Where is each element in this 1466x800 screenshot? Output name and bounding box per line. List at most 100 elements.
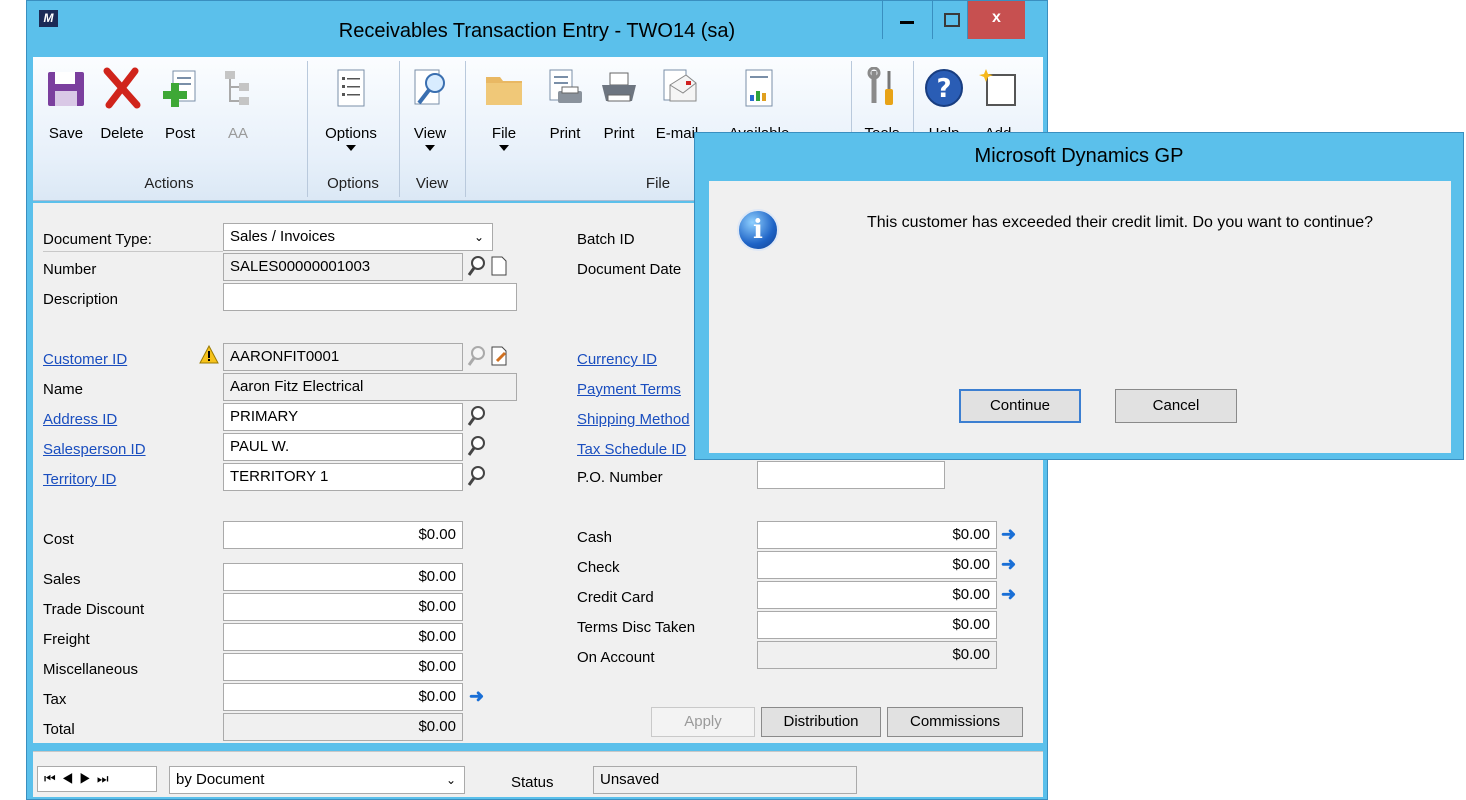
payment-terms-link[interactable]: Payment Terms xyxy=(577,381,681,398)
options-label: Options xyxy=(325,125,377,142)
check-field[interactable]: $0.00 xyxy=(757,551,997,579)
credit-card-field[interactable]: $0.00 xyxy=(757,581,997,609)
territory-id-field[interactable]: TERRITORY 1 xyxy=(223,463,463,491)
record-navigation[interactable]: ⏮◀▶⏭ xyxy=(37,766,157,792)
terms-disc-taken-label: Terms Disc Taken xyxy=(577,619,696,636)
save-button[interactable]: Save xyxy=(43,57,89,165)
check-expand-arrow-icon[interactable]: ➜ xyxy=(1001,555,1019,573)
cancel-button[interactable]: Cancel xyxy=(1115,389,1237,423)
status-bar: ⏮◀▶⏭ by Document ⌄ Status Unsaved xyxy=(33,751,1043,797)
credit-card-label: Credit Card xyxy=(577,589,654,606)
description-field[interactable] xyxy=(223,283,517,311)
maximize-button[interactable] xyxy=(932,1,967,39)
terms-disc-taken-field[interactable]: $0.00 xyxy=(757,611,997,639)
chevron-down-icon: ⌄ xyxy=(473,230,484,244)
view-magnifier-icon xyxy=(414,69,445,105)
document-type-value: Sales / Invoices xyxy=(230,228,336,245)
lookup-icon[interactable] xyxy=(467,435,487,457)
lookup-icon[interactable] xyxy=(467,465,487,487)
chevron-down-icon xyxy=(425,145,435,151)
minimize-button[interactable] xyxy=(882,1,932,39)
lookup-icon[interactable] xyxy=(467,345,487,367)
file-label: File xyxy=(491,125,517,142)
sales-label: Sales xyxy=(43,571,81,588)
file-button[interactable]: File xyxy=(479,57,529,165)
dialog-message: This customer has exceeded their credit … xyxy=(867,214,1374,231)
tools-icon xyxy=(867,67,893,105)
group-label-actions: Actions xyxy=(144,175,194,192)
salesperson-id-link[interactable]: Salesperson ID xyxy=(43,441,146,458)
shipping-method-link[interactable]: Shipping Method xyxy=(577,411,690,428)
po-number-label: P.O. Number xyxy=(577,469,663,486)
po-number-field[interactable] xyxy=(757,461,945,489)
territory-id-link[interactable]: Territory ID xyxy=(43,471,116,488)
status-value: Unsaved xyxy=(593,766,857,794)
cost-field[interactable]: $0.00 xyxy=(223,521,463,549)
aa-button[interactable]: AA xyxy=(215,57,261,165)
tax-field[interactable]: $0.00 xyxy=(223,683,463,711)
customer-id-field[interactable]: AARONFIT0001 xyxy=(223,343,463,371)
customer-id-link[interactable]: Customer ID xyxy=(43,351,127,368)
print-button[interactable]: Print xyxy=(595,57,643,165)
continue-button[interactable]: Continue xyxy=(959,389,1081,423)
salesperson-id-field[interactable]: PAUL W. xyxy=(223,433,463,461)
post-button[interactable]: Post xyxy=(157,57,203,165)
options-button[interactable]: Options xyxy=(319,57,383,165)
cost-label: Cost xyxy=(43,531,74,548)
report-chart-icon xyxy=(745,69,773,107)
tax-expand-arrow-icon[interactable]: ➜ xyxy=(469,687,487,705)
close-button[interactable]: x xyxy=(967,1,1025,39)
trade-discount-label: Trade Discount xyxy=(43,601,145,618)
freight-label: Freight xyxy=(43,631,90,648)
address-id-link[interactable]: Address ID xyxy=(43,411,117,428)
total-label: Total xyxy=(43,721,75,738)
number-label: Number xyxy=(43,261,97,278)
print-label-2: Print xyxy=(603,125,635,142)
trade-discount-field[interactable]: $0.00 xyxy=(223,593,463,621)
information-icon: i xyxy=(737,209,779,251)
name-field[interactable]: Aaron Fitz Electrical xyxy=(223,373,517,401)
check-label: Check xyxy=(577,559,620,576)
freight-field[interactable]: $0.00 xyxy=(223,623,463,651)
folder-icon xyxy=(486,77,522,105)
view-button[interactable]: View xyxy=(407,57,453,165)
print-preview-button[interactable]: Print xyxy=(541,57,589,165)
edit-customer-icon[interactable] xyxy=(489,345,509,367)
new-document-icon[interactable] xyxy=(489,255,509,277)
printer-icon xyxy=(602,72,636,102)
sort-order-select[interactable]: by Document ⌄ xyxy=(169,766,465,794)
total-field: $0.00 xyxy=(223,713,463,741)
cash-label: Cash xyxy=(577,529,613,546)
tax-schedule-id-link[interactable]: Tax Schedule ID xyxy=(577,441,686,458)
currency-id-link[interactable]: Currency ID xyxy=(577,351,657,368)
lookup-icon[interactable] xyxy=(467,255,487,277)
dialog-body: i This customer has exceeded their credi… xyxy=(709,181,1451,453)
apply-button[interactable]: Apply xyxy=(651,707,755,737)
add-note-icon xyxy=(979,69,1016,106)
description-label: Description xyxy=(43,291,119,308)
lookup-icon[interactable] xyxy=(467,405,487,427)
next-record-icon[interactable]: ▶ xyxy=(79,771,97,786)
sales-field[interactable]: $0.00 xyxy=(223,563,463,591)
cash-expand-arrow-icon[interactable]: ➜ xyxy=(1001,525,1019,543)
delete-button[interactable]: Delete xyxy=(95,57,149,165)
previous-record-icon[interactable]: ◀ xyxy=(62,771,80,786)
address-id-field[interactable]: PRIMARY xyxy=(223,403,463,431)
number-field[interactable]: SALES00000001003 xyxy=(223,253,463,281)
cash-field[interactable]: $0.00 xyxy=(757,521,997,549)
chevron-down-icon: ⌄ xyxy=(445,773,456,787)
print-preview-icon xyxy=(549,69,582,103)
miscellaneous-label: Miscellaneous xyxy=(43,661,139,678)
first-record-icon[interactable]: ⏮ xyxy=(44,771,62,786)
document-date-label: Document Date xyxy=(577,261,682,278)
group-label-options: Options xyxy=(327,175,379,192)
credit-card-expand-arrow-icon[interactable]: ➜ xyxy=(1001,585,1019,603)
document-type-select[interactable]: Sales / Invoices ⌄ xyxy=(223,223,493,251)
last-record-icon[interactable]: ⏭ xyxy=(97,771,115,786)
email-icon xyxy=(663,69,697,102)
miscellaneous-field[interactable]: $0.00 xyxy=(223,653,463,681)
delete-x-icon xyxy=(103,67,141,109)
title-bar[interactable]: M Receivables Transaction Entry - TWO14 … xyxy=(27,1,1047,55)
distribution-button[interactable]: Distribution xyxy=(761,707,881,737)
commissions-button[interactable]: Commissions xyxy=(887,707,1023,737)
